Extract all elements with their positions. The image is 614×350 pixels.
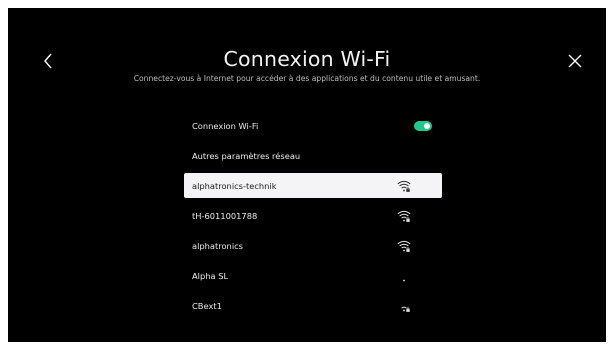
wifi-lock-icon: [397, 179, 412, 192]
network-ssid: alphatronics-technik: [192, 180, 277, 191]
other-network-settings-row[interactable]: Autres paramètres réseau: [184, 141, 442, 171]
page-title: Connexion Wi-Fi: [223, 47, 391, 71]
toggle-knob: [424, 123, 430, 129]
network-list: Connexion Wi-Fi Autres paramètres réseau…: [184, 111, 442, 321]
wifi-icon: [397, 270, 412, 283]
wifi-lock-icon: [397, 210, 412, 223]
close-icon: [568, 54, 582, 68]
network-row[interactable]: alphatronics: [184, 231, 442, 261]
network-ssid: CBext1: [192, 301, 222, 311]
network-row[interactable]: Alpha SL: [184, 261, 442, 291]
wifi-toggle-switch[interactable]: [414, 121, 432, 131]
wifi-settings-screen: Connexion Wi-Fi Connectez-vous à Interne…: [8, 8, 606, 342]
network-row[interactable]: alphatronics-technik: [184, 173, 442, 198]
network-row[interactable]: CBext1: [184, 291, 442, 321]
network-ssid: Alpha SL: [192, 271, 229, 281]
wifi-lock-icon: [397, 300, 412, 313]
wifi-toggle-row[interactable]: Connexion Wi-Fi: [184, 111, 442, 141]
other-settings-label: Autres paramètres réseau: [192, 151, 301, 161]
page-subtitle: Connectez-vous à Internet pour accéder à…: [133, 74, 481, 83]
network-row[interactable]: tH-6011001788: [184, 201, 442, 231]
wifi-lock-icon: [397, 240, 412, 253]
network-ssid: alphatronics: [192, 241, 244, 251]
wifi-toggle-label: Connexion Wi-Fi: [192, 121, 259, 131]
close-button[interactable]: [564, 48, 586, 74]
network-ssid: tH-6011001788: [192, 211, 258, 221]
